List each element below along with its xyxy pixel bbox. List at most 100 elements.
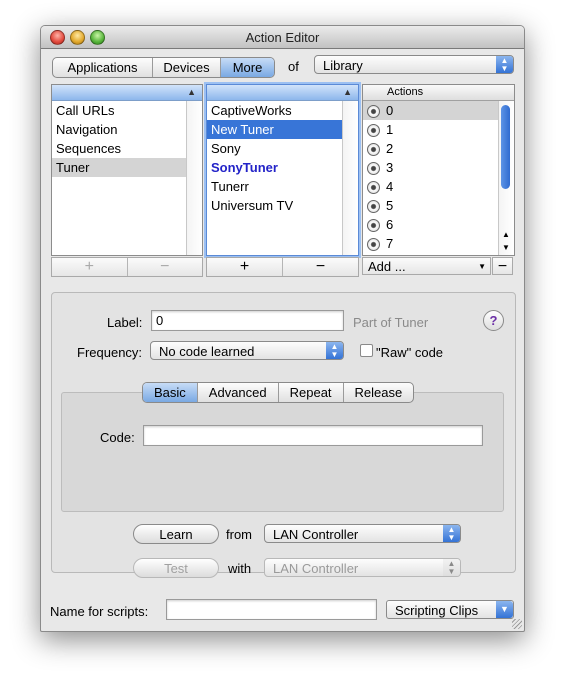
- list-item[interactable]: SonyTuner: [207, 158, 358, 177]
- popup-arrows-icon: ▲ ▼: [326, 342, 343, 359]
- raw-code-checkbox[interactable]: [360, 344, 373, 357]
- list-item[interactable]: Navigation: [52, 120, 202, 139]
- learn-source-popup[interactable]: LAN Controller ▲ ▼: [264, 524, 461, 543]
- tab-advanced[interactable]: Advanced: [198, 383, 279, 402]
- target-icon: [367, 143, 380, 157]
- action-row[interactable]: 3: [363, 158, 514, 177]
- frequency-popup[interactable]: No code learned ▲ ▼: [150, 341, 344, 360]
- add-category-button[interactable]: +: [52, 258, 128, 276]
- remove-action-button[interactable]: −: [492, 257, 513, 275]
- name-for-scripts-label: Name for scripts:: [50, 604, 149, 619]
- target-icon: [367, 181, 380, 195]
- target-icon: [367, 162, 380, 176]
- chevron-down-icon: ▼: [496, 601, 513, 618]
- label-label: Label:: [107, 315, 143, 330]
- action-row[interactable]: 1: [363, 120, 514, 139]
- action-label: 4: [386, 179, 394, 194]
- resize-grip-icon[interactable]: [512, 619, 522, 629]
- categories-list-header[interactable]: ▲: [52, 85, 202, 101]
- action-row[interactable]: 7: [363, 234, 514, 253]
- scroll-thumb[interactable]: [501, 105, 510, 189]
- sort-arrow-icon: ▲: [187, 87, 196, 97]
- segment-devices[interactable]: Devices: [153, 58, 221, 77]
- learn-source-value: LAN Controller: [273, 527, 359, 542]
- target-icon: [367, 219, 380, 233]
- list-item[interactable]: Call URLs: [52, 101, 202, 120]
- action-label: 2: [386, 141, 394, 156]
- scripting-clips-label: Scripting Clips: [395, 603, 479, 618]
- action-row-selected[interactable]: 0: [363, 101, 499, 120]
- code-field[interactable]: [143, 425, 483, 446]
- list-item[interactable]: CaptiveWorks: [207, 101, 358, 120]
- categories-add-remove: + −: [51, 257, 203, 277]
- from-label: from: [226, 527, 252, 542]
- actions-list[interactable]: Actions 0 1 2 3 4 5 6 7 ▲ ▼: [362, 84, 515, 256]
- sort-arrow-icon: ▲: [343, 87, 352, 97]
- actions-header[interactable]: Actions: [363, 85, 514, 101]
- tab-basic[interactable]: Basic: [143, 383, 198, 402]
- of-label: of: [288, 59, 299, 74]
- action-row[interactable]: 4: [363, 177, 514, 196]
- code-label: Code:: [100, 430, 135, 445]
- library-value: Library: [323, 58, 363, 73]
- popup-arrows-icon: ▲ ▼: [443, 525, 460, 542]
- label-field[interactable]: 0: [151, 310, 344, 331]
- devices-list-header[interactable]: ▲: [207, 85, 358, 101]
- devices-add-remove: + −: [206, 257, 359, 277]
- popup-arrows-icon: ▲ ▼: [496, 56, 513, 73]
- test-button[interactable]: Test: [133, 558, 219, 578]
- title-bar: Action Editor: [41, 26, 524, 49]
- add-action-popup[interactable]: Add ... ▼: [362, 257, 491, 275]
- list-item[interactable]: Tunerr: [207, 177, 358, 196]
- learn-button[interactable]: Learn: [133, 524, 219, 544]
- popup-arrows-icon: ▲ ▼: [443, 559, 460, 576]
- devices-list[interactable]: ▲ CaptiveWorks New Tuner Sony SonyTuner …: [206, 84, 359, 256]
- test-target-popup[interactable]: LAN Controller ▲ ▼: [264, 558, 461, 577]
- list-item-selected[interactable]: Tuner: [52, 158, 187, 177]
- action-label: 5: [386, 198, 394, 213]
- tab-release[interactable]: Release: [344, 383, 414, 402]
- remove-category-button[interactable]: −: [128, 258, 203, 276]
- action-editor-window: Action Editor Applications Devices More …: [40, 25, 525, 632]
- segment-applications[interactable]: Applications: [53, 58, 153, 77]
- remove-device-button[interactable]: −: [283, 258, 358, 276]
- actions-scrollbar[interactable]: ▲ ▼: [498, 101, 514, 255]
- action-label: 3: [386, 160, 394, 175]
- scripting-clips-button[interactable]: Scripting Clips ▼: [386, 600, 514, 619]
- list-item[interactable]: Sequences: [52, 139, 202, 158]
- list-item[interactable]: Sony: [207, 139, 358, 158]
- with-label: with: [228, 561, 252, 576]
- list-item-selected[interactable]: New Tuner: [207, 120, 343, 139]
- action-label: 7: [386, 236, 394, 251]
- part-of-text: Part of Tuner: [353, 315, 429, 330]
- test-target-value: LAN Controller: [273, 561, 359, 576]
- help-button[interactable]: ?: [483, 310, 504, 331]
- chevron-down-icon: ▼: [478, 262, 486, 271]
- frequency-label: Frequency:: [77, 345, 143, 360]
- target-icon: [367, 124, 380, 138]
- add-action-label: Add ...: [368, 259, 406, 274]
- target-icon: [367, 200, 380, 214]
- editor-tabs: Basic Advanced Repeat Release: [142, 382, 415, 403]
- scroll-up-icon[interactable]: ▲: [502, 230, 510, 239]
- action-row[interactable]: 5: [363, 196, 514, 215]
- name-for-scripts-field[interactable]: [166, 599, 377, 620]
- list-item[interactable]: Universum TV: [207, 196, 358, 215]
- segment-more[interactable]: More: [221, 58, 274, 77]
- target-icon: [367, 238, 380, 252]
- raw-code-label: "Raw" code: [376, 345, 444, 360]
- categories-list[interactable]: ▲ Call URLs Navigation Sequences Tuner: [51, 84, 203, 256]
- add-device-button[interactable]: +: [207, 258, 283, 276]
- categories-scrollbar[interactable]: [186, 101, 202, 255]
- action-label: 6: [386, 217, 394, 232]
- action-label: 1: [386, 122, 394, 137]
- scroll-down-icon[interactable]: ▼: [502, 243, 510, 252]
- devices-scrollbar[interactable]: [342, 101, 358, 255]
- tab-repeat[interactable]: Repeat: [279, 383, 344, 402]
- library-popup[interactable]: Library ▲ ▼: [314, 55, 514, 74]
- frequency-value: No code learned: [159, 344, 255, 359]
- action-row[interactable]: 6: [363, 215, 514, 234]
- action-row[interactable]: 2: [363, 139, 514, 158]
- tab-content-panel: [61, 392, 504, 512]
- action-label: 0: [386, 103, 394, 118]
